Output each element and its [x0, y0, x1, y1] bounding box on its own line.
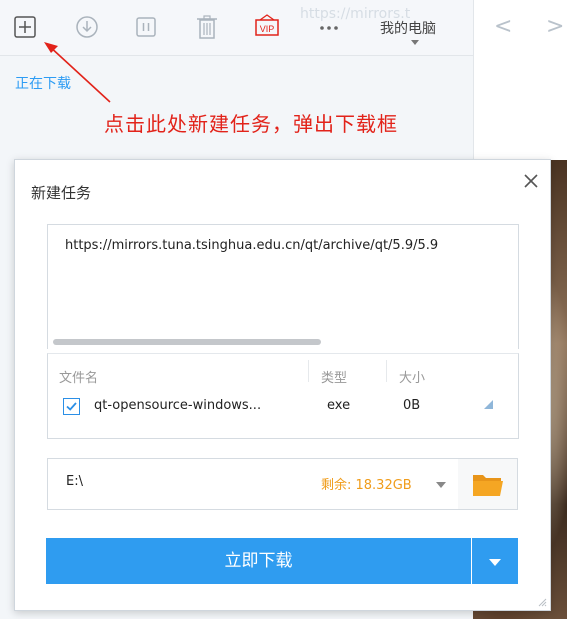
- save-path-value: E:\: [66, 474, 83, 489]
- my-pc-menu[interactable]: 我的电脑: [380, 18, 436, 38]
- chevron-down-icon[interactable]: [436, 482, 446, 488]
- vip-button[interactable]: VIP: [252, 12, 282, 42]
- folder-icon: [473, 475, 503, 496]
- column-header-type: 类型: [321, 371, 348, 386]
- browser-panel: < >: [473, 0, 567, 160]
- new-task-button[interactable]: [10, 12, 40, 42]
- pause-icon: [136, 17, 156, 37]
- chevron-down-icon: [411, 40, 419, 45]
- column-divider[interactable]: [386, 360, 387, 382]
- column-header-name: 文件名: [59, 371, 99, 386]
- more-icon: [320, 26, 338, 30]
- close-icon: [524, 174, 538, 188]
- checkmark-icon: [66, 402, 77, 411]
- table-row[interactable]: qt-opensource-windows... exe 0B: [48, 390, 518, 434]
- chevron-down-icon: [489, 559, 501, 566]
- file-type: exe: [327, 398, 351, 413]
- file-checkbox[interactable]: [63, 398, 80, 415]
- url-value: https://mirrors.tuna.tsinghua.edu.cn/qt/…: [65, 238, 439, 253]
- close-button[interactable]: [520, 170, 542, 192]
- file-size: 0B: [403, 398, 421, 413]
- save-path-select[interactable]: E:\ 剩余: 18.32GB: [47, 458, 460, 510]
- dialog-title: 新建任务: [31, 184, 92, 202]
- new-task-dialog: 新建任务 https://mirrors.tuna.tsinghua.edu.c…: [14, 159, 551, 611]
- file-name: qt-opensource-windows...: [94, 398, 262, 413]
- resize-grip-icon[interactable]: [537, 597, 547, 607]
- column-header-size: 大小: [399, 371, 426, 386]
- new-task-icon: [14, 16, 36, 38]
- file-table: 文件名 类型 大小 qt-opensource-windows... exe 0…: [47, 353, 519, 439]
- annotation-text: 点击此处新建任务，弹出下载框: [104, 112, 398, 136]
- browse-folder-button[interactable]: [458, 458, 518, 510]
- url-input[interactable]: https://mirrors.tuna.tsinghua.edu.cn/qt/…: [47, 224, 519, 349]
- toolbar: https://mirrors.t VIP 我的电脑: [0, 0, 473, 56]
- resize-triangle-icon: [484, 400, 493, 409]
- trash-icon: [197, 15, 217, 39]
- download-now-button[interactable]: 立即下载: [46, 538, 471, 584]
- vip-icon: VIP: [255, 14, 279, 36]
- column-divider[interactable]: [308, 360, 309, 382]
- pause-button[interactable]: [131, 12, 161, 42]
- back-arrow-icon[interactable]: <: [494, 14, 512, 39]
- forward-arrow-icon[interactable]: >: [546, 14, 564, 39]
- svg-text:VIP: VIP: [260, 24, 275, 34]
- start-download-button[interactable]: [72, 12, 102, 42]
- delete-button[interactable]: [192, 12, 222, 42]
- download-options-button[interactable]: [472, 538, 518, 584]
- more-button[interactable]: [314, 12, 344, 42]
- horizontal-scrollbar[interactable]: [53, 339, 321, 345]
- download-icon: [76, 16, 98, 38]
- free-space-label: 剩余: 18.32GB: [321, 478, 412, 493]
- downloading-tab[interactable]: 正在下载: [15, 73, 71, 93]
